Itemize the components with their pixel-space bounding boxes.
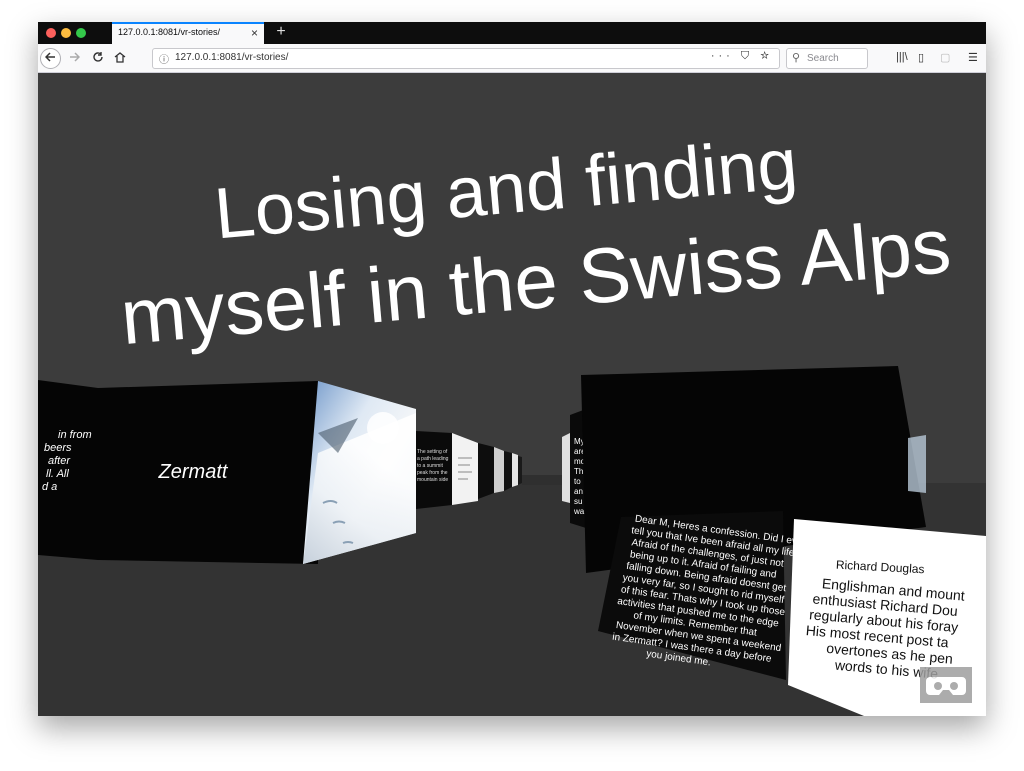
left-edge-line: in from — [58, 429, 92, 441]
forward-arrow-icon — [70, 52, 81, 62]
tab-title: 127.0.0.1:8081/vr-stories/ — [118, 27, 221, 37]
small-panel-line: a path leading — [417, 456, 449, 462]
far-panel-line: to — [574, 477, 581, 486]
sidebar-icon[interactable]: ▯ — [918, 51, 924, 64]
browser-window: 127.0.0.1:8081/vr-stories/ × + ⓘ 127.0.0… — [38, 22, 986, 716]
search-placeholder: Search — [807, 53, 839, 64]
forward-button[interactable] — [64, 48, 84, 68]
new-tab-button[interactable]: + — [271, 22, 291, 44]
home-icon — [114, 52, 126, 63]
back-button[interactable] — [40, 48, 61, 69]
extension-icon[interactable]: ▢ — [940, 51, 950, 64]
panel-label-zermatt: Zermatt — [158, 461, 229, 483]
back-arrow-icon — [44, 52, 55, 62]
far-panel-line: su — [574, 497, 582, 506]
minimize-window-icon[interactable] — [61, 28, 71, 38]
menu-icon[interactable]: ☰ — [968, 51, 978, 64]
info-icon[interactable]: ⓘ — [159, 51, 169, 66]
tab-strip: 127.0.0.1:8081/vr-stories/ × + — [38, 22, 986, 44]
address-bar[interactable]: ⓘ 127.0.0.1:8081/vr-stories/ ··· ⛉ ☆ — [152, 48, 780, 69]
url-text: 127.0.0.1:8081/vr-stories/ — [175, 52, 289, 63]
home-button[interactable] — [110, 48, 130, 68]
left-edge-line: d a — [42, 481, 57, 493]
small-panel-line: to a summit — [417, 463, 443, 469]
navigation-toolbar: ⓘ 127.0.0.1:8081/vr-stories/ ··· ⛉ ☆ ⚲ S… — [38, 44, 986, 73]
left-edge-line: ll. All — [46, 468, 69, 480]
enter-vr-button[interactable] — [920, 667, 972, 703]
close-window-icon[interactable] — [46, 28, 56, 38]
small-panel-line: The setting of — [417, 449, 448, 455]
reload-icon — [93, 52, 103, 62]
maximize-window-icon[interactable] — [76, 28, 86, 38]
library-icon[interactable]: |||\ — [896, 51, 908, 63]
search-icon: ⚲ — [792, 52, 801, 64]
page-actions-icons[interactable]: ··· ⛉ ☆ — [711, 50, 773, 63]
left-edge-line: beers — [44, 442, 72, 454]
tab-vr-stories[interactable]: 127.0.0.1:8081/vr-stories/ × — [112, 22, 264, 44]
small-panel-line: peak from the — [417, 470, 448, 476]
vr-headset-icon — [926, 677, 966, 695]
left-edge-line: after — [48, 455, 71, 467]
vr-scene-viewport[interactable]: Losing and finding myself in the Swiss A… — [38, 73, 986, 716]
reload-button[interactable] — [88, 48, 108, 68]
search-input[interactable]: ⚲ Search — [786, 48, 868, 69]
far-panel-line: an — [574, 487, 583, 496]
small-panel-line: mountain side — [417, 477, 448, 483]
far-panel-line: Th — [574, 467, 583, 476]
tab-close-icon[interactable]: × — [251, 26, 258, 40]
vr-scene: Losing and finding myself in the Swiss A… — [38, 124, 986, 716]
far-panel-line: wa — [573, 507, 585, 516]
